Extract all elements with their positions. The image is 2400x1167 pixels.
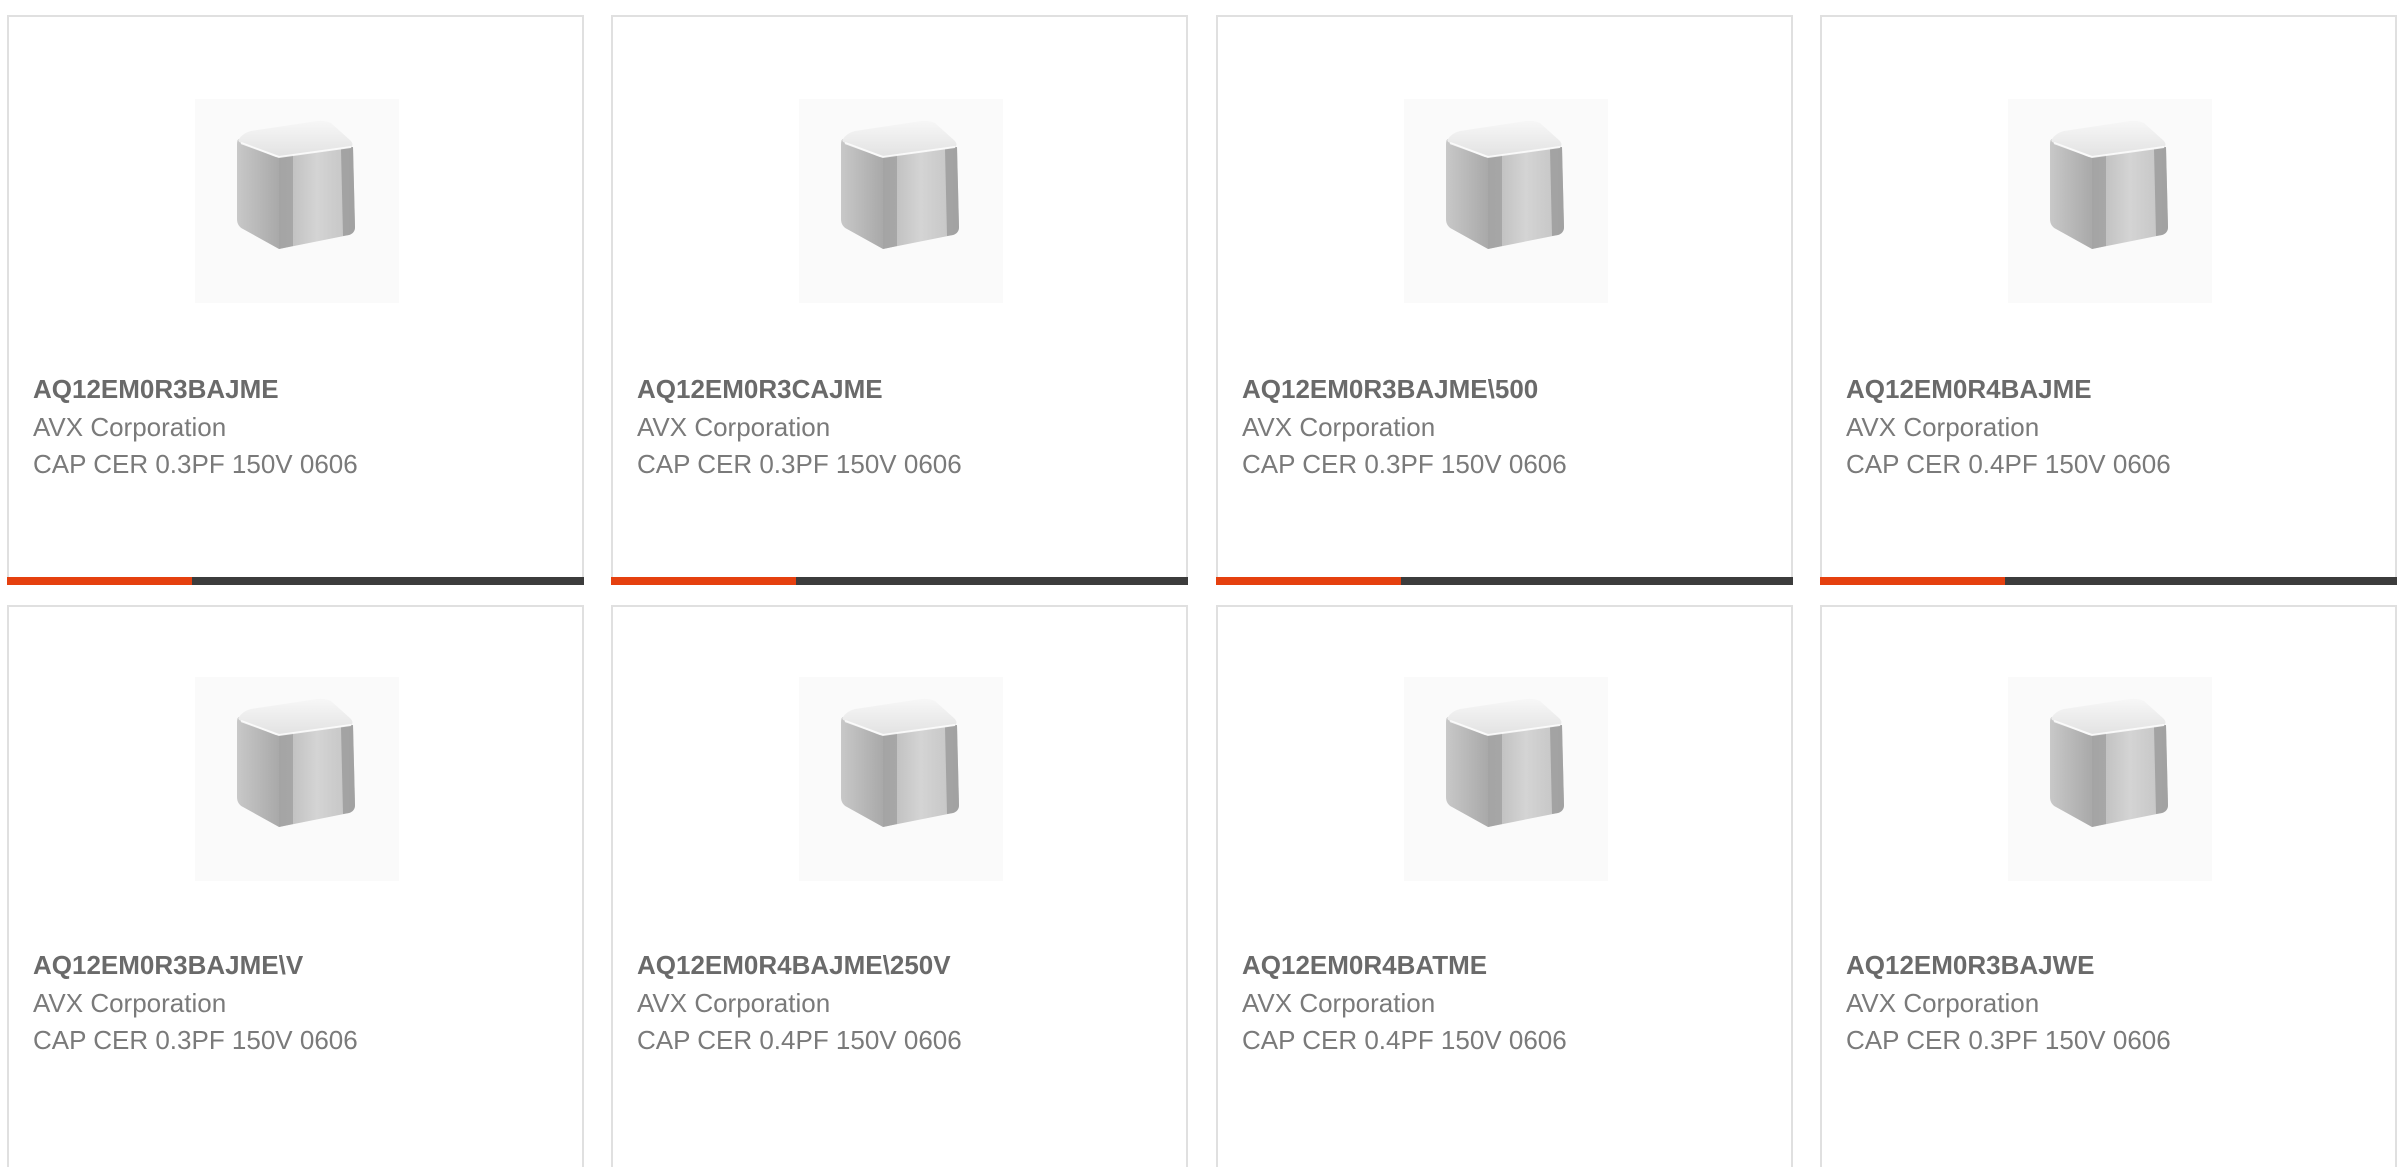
manufacturer: AVX Corporation	[1242, 412, 1436, 442]
progress-fill	[7, 577, 192, 585]
manufacturer: AVX Corporation	[637, 988, 831, 1018]
progress-bar	[1216, 577, 1793, 585]
part-number[interactable]: AQ12EM0R4BAJME\250V	[637, 950, 951, 981]
description: CAP CER 0.3PF 150V 0606	[1242, 449, 1567, 479]
progress-bar	[1820, 577, 2397, 585]
manufacturer: AVX Corporation	[1846, 412, 2040, 442]
part-number[interactable]: AQ12EM0R4BAJME	[1846, 374, 2092, 405]
product-card[interactable]: AQ12EM0R4BATME AVX Corporation CAP CER 0…	[1216, 605, 1793, 1167]
description: CAP CER 0.3PF 150V 0606	[33, 449, 358, 479]
description: CAP CER 0.3PF 150V 0606	[33, 1025, 358, 1055]
capacitor-chip-image[interactable]	[1404, 677, 1608, 881]
product-card[interactable]: AQ12EM0R3CAJME AVX Corporation CAP CER 0…	[611, 15, 1188, 585]
manufacturer: AVX Corporation	[1242, 988, 1436, 1018]
manufacturer: AVX Corporation	[33, 988, 227, 1018]
progress-bar	[611, 577, 1188, 585]
manufacturer: AVX Corporation	[637, 412, 831, 442]
capacitor-chip-image[interactable]	[799, 677, 1003, 881]
part-number[interactable]: AQ12EM0R3BAJWE	[1846, 950, 2095, 981]
product-card[interactable]: AQ12EM0R3BAJWE AVX Corporation CAP CER 0…	[1820, 605, 2397, 1167]
product-card[interactable]: AQ12EM0R4BAJME\250V AVX Corporation CAP …	[611, 605, 1188, 1167]
manufacturer: AVX Corporation	[1846, 988, 2040, 1018]
product-grid: AQ12EM0R3BAJME AVX Corporation CAP CER 0…	[0, 0, 2400, 1167]
product-card[interactable]: AQ12EM0R4BAJME AVX Corporation CAP CER 0…	[1820, 15, 2397, 585]
part-number[interactable]: AQ12EM0R3CAJME	[637, 374, 883, 405]
description: CAP CER 0.3PF 150V 0606	[637, 449, 962, 479]
description: CAP CER 0.4PF 150V 0606	[1846, 449, 2171, 479]
capacitor-chip-image[interactable]	[2008, 677, 2212, 881]
product-card[interactable]: AQ12EM0R3BAJME\500 AVX Corporation CAP C…	[1216, 15, 1793, 585]
progress-bar	[7, 577, 584, 585]
description: CAP CER 0.3PF 150V 0606	[1846, 1025, 2171, 1055]
capacitor-chip-image[interactable]	[1404, 99, 1608, 303]
progress-fill	[1216, 577, 1401, 585]
description: CAP CER 0.4PF 150V 0606	[637, 1025, 962, 1055]
description: CAP CER 0.4PF 150V 0606	[1242, 1025, 1567, 1055]
part-number[interactable]: AQ12EM0R3BAJME\V	[33, 950, 303, 981]
capacitor-chip-image[interactable]	[195, 99, 399, 303]
part-number[interactable]: AQ12EM0R3BAJME	[33, 374, 279, 405]
product-card[interactable]: AQ12EM0R3BAJME\V AVX Corporation CAP CER…	[7, 605, 584, 1167]
product-card[interactable]: AQ12EM0R3BAJME AVX Corporation CAP CER 0…	[7, 15, 584, 585]
progress-fill	[611, 577, 796, 585]
capacitor-chip-image[interactable]	[195, 677, 399, 881]
capacitor-chip-image[interactable]	[799, 99, 1003, 303]
part-number[interactable]: AQ12EM0R3BAJME\500	[1242, 374, 1538, 405]
progress-fill	[1820, 577, 2005, 585]
manufacturer: AVX Corporation	[33, 412, 227, 442]
part-number[interactable]: AQ12EM0R4BATME	[1242, 950, 1487, 981]
capacitor-chip-image[interactable]	[2008, 99, 2212, 303]
